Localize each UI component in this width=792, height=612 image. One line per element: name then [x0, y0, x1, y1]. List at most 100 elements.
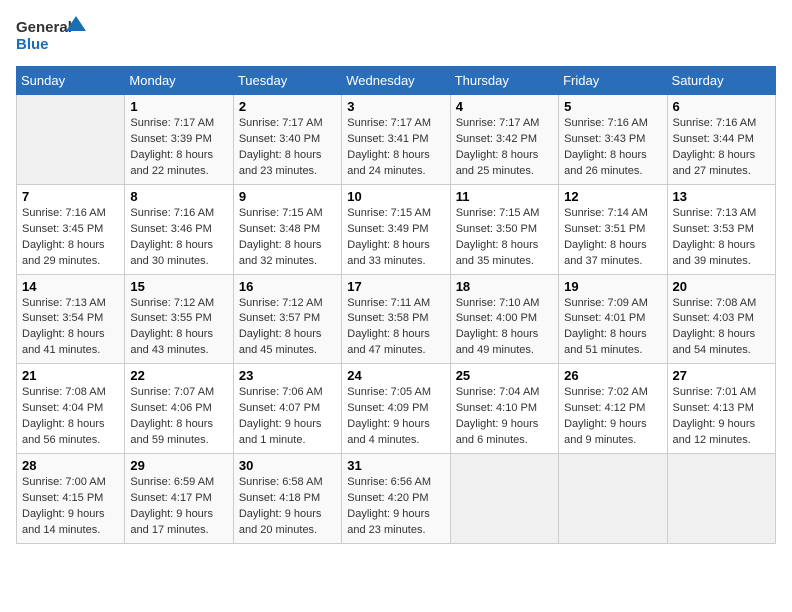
day-number: 18 [456, 279, 553, 294]
day-number: 9 [239, 189, 336, 204]
day-info: Sunrise: 7:15 AMSunset: 3:48 PMDaylight:… [239, 206, 336, 270]
day-number: 1 [130, 99, 227, 114]
day-info: Sunrise: 7:07 AMSunset: 4:06 PMDaylight:… [130, 385, 227, 449]
calendar-cell: 15Sunrise: 7:12 AMSunset: 3:55 PMDayligh… [125, 274, 233, 364]
day-number: 2 [239, 99, 336, 114]
page-header: General Blue [16, 16, 776, 54]
day-number: 7 [22, 189, 119, 204]
calendar-cell: 22 Sunrise: 7:07 AMSunset: 4:06 PMDayligh… [125, 364, 233, 454]
day-info: Sunrise: 7:15 AMSunset: 3:50 PMDaylight:… [456, 206, 553, 270]
day-number: 25 [456, 368, 553, 383]
logo: General Blue [16, 16, 86, 54]
calendar-cell: 1 Sunrise: 7:17 AMSunset: 3:39 PMDaylight… [125, 95, 233, 185]
calendar-cell: 27 Sunrise: 7:01 AMSunset: 4:13 PMDayligh… [667, 364, 775, 454]
day-of-week-header: Thursday [450, 67, 558, 95]
calendar-cell: 31 Sunrise: 6:56 AMSunset: 4:20 PMDayligh… [342, 454, 450, 544]
calendar-cell: 23Sunrise: 7:06 AMSunset: 4:07 PMDayligh… [233, 364, 341, 454]
day-number: 29 [130, 458, 227, 473]
day-number: 20 [673, 279, 770, 294]
day-info: Sunrise: 7:17 AMSunset: 3:42 PMDaylight:… [456, 116, 553, 180]
day-number: 4 [456, 99, 553, 114]
day-info: Sunrise: 7:10 AMSunset: 4:00 PMDaylight:… [456, 296, 553, 360]
day-of-week-header: Tuesday [233, 67, 341, 95]
calendar-cell: 13 Sunrise: 7:13 AMSunset: 3:53 PMDayligh… [667, 184, 775, 274]
day-number: 6 [673, 99, 770, 114]
calendar-week-row: 1 Sunrise: 7:17 AMSunset: 3:39 PMDaylight… [17, 95, 776, 185]
day-info: Sunrise: 7:16 AMSunset: 3:44 PMDaylight:… [673, 116, 770, 180]
day-number: 26 [564, 368, 661, 383]
day-of-week-header: Sunday [17, 67, 125, 95]
calendar-cell [559, 454, 667, 544]
logo-svg: General Blue [16, 16, 86, 54]
calendar-cell: 2Sunrise: 7:17 AMSunset: 3:40 PMDaylight… [233, 95, 341, 185]
day-number: 11 [456, 189, 553, 204]
day-info: Sunrise: 7:16 AMSunset: 3:43 PMDaylight:… [564, 116, 661, 180]
day-of-week-header: Monday [125, 67, 233, 95]
day-of-week-header: Friday [559, 67, 667, 95]
calendar-cell [667, 454, 775, 544]
calendar-week-row: 7Sunrise: 7:16 AMSunset: 3:45 PMDaylight… [17, 184, 776, 274]
day-number: 8 [130, 189, 227, 204]
calendar-cell: 7Sunrise: 7:16 AMSunset: 3:45 PMDaylight… [17, 184, 125, 274]
calendar-cell: 10 Sunrise: 7:15 AMSunset: 3:49 PMDayligh… [342, 184, 450, 274]
day-number: 3 [347, 99, 444, 114]
day-number: 19 [564, 279, 661, 294]
day-number: 27 [673, 368, 770, 383]
day-info: Sunrise: 7:00 AMSunset: 4:15 PMDaylight:… [22, 475, 119, 539]
calendar-cell: 12Sunrise: 7:14 AMSunset: 3:51 PMDayligh… [559, 184, 667, 274]
calendar-cell: 25Sunrise: 7:04 AMSunset: 4:10 PMDayligh… [450, 364, 558, 454]
calendar-week-row: 28 Sunrise: 7:00 AMSunset: 4:15 PMDayligh… [17, 454, 776, 544]
calendar-cell: 21 Sunrise: 7:08 AMSunset: 4:04 PMDayligh… [17, 364, 125, 454]
day-info: Sunrise: 7:12 AMSunset: 3:55 PMDaylight:… [130, 296, 227, 360]
day-info: Sunrise: 7:09 AMSunset: 4:01 PMDaylight:… [564, 296, 661, 360]
day-info: Sunrise: 6:58 AMSunset: 4:18 PMDaylight:… [239, 475, 336, 539]
calendar-cell: 3 Sunrise: 7:17 AMSunset: 3:41 PMDaylight… [342, 95, 450, 185]
calendar-cell: 29Sunrise: 6:59 AMSunset: 4:17 PMDayligh… [125, 454, 233, 544]
calendar-header-row: SundayMondayTuesdayWednesdayThursdayFrid… [17, 67, 776, 95]
day-info: Sunrise: 7:11 AMSunset: 3:58 PMDaylight:… [347, 296, 444, 360]
day-info: Sunrise: 6:56 AMSunset: 4:20 PMDaylight:… [347, 475, 444, 539]
calendar-cell: 18 Sunrise: 7:10 AMSunset: 4:00 PMDayligh… [450, 274, 558, 364]
svg-text:General: General [16, 19, 72, 36]
day-number: 12 [564, 189, 661, 204]
calendar-cell: 8 Sunrise: 7:16 AMSunset: 3:46 PMDaylight… [125, 184, 233, 274]
day-number: 22 [130, 368, 227, 383]
calendar-cell: 24 Sunrise: 7:05 AMSunset: 4:09 PMDayligh… [342, 364, 450, 454]
day-info: Sunrise: 7:01 AMSunset: 4:13 PMDaylight:… [673, 385, 770, 449]
day-number: 24 [347, 368, 444, 383]
day-info: Sunrise: 7:05 AMSunset: 4:09 PMDaylight:… [347, 385, 444, 449]
calendar-cell: 4 Sunrise: 7:17 AMSunset: 3:42 PMDaylight… [450, 95, 558, 185]
day-number: 16 [239, 279, 336, 294]
calendar-cell: 14Sunrise: 7:13 AMSunset: 3:54 PMDayligh… [17, 274, 125, 364]
calendar-cell: 16 Sunrise: 7:12 AMSunset: 3:57 PMDayligh… [233, 274, 341, 364]
day-number: 10 [347, 189, 444, 204]
calendar-cell: 19 Sunrise: 7:09 AMSunset: 4:01 PMDayligh… [559, 274, 667, 364]
calendar-week-row: 21 Sunrise: 7:08 AMSunset: 4:04 PMDayligh… [17, 364, 776, 454]
day-info: Sunrise: 7:12 AMSunset: 3:57 PMDaylight:… [239, 296, 336, 360]
day-info: Sunrise: 7:02 AMSunset: 4:12 PMDaylight:… [564, 385, 661, 449]
calendar-cell: 6 Sunrise: 7:16 AMSunset: 3:44 PMDaylight… [667, 95, 775, 185]
day-info: Sunrise: 7:15 AMSunset: 3:49 PMDaylight:… [347, 206, 444, 270]
day-number: 5 [564, 99, 661, 114]
day-number: 31 [347, 458, 444, 473]
day-info: Sunrise: 7:13 AMSunset: 3:54 PMDaylight:… [22, 296, 119, 360]
day-number: 28 [22, 458, 119, 473]
calendar-cell: 28 Sunrise: 7:00 AMSunset: 4:15 PMDayligh… [17, 454, 125, 544]
day-number: 13 [673, 189, 770, 204]
day-info: Sunrise: 7:17 AMSunset: 3:41 PMDaylight:… [347, 116, 444, 180]
day-of-week-header: Wednesday [342, 67, 450, 95]
calendar-cell: 20 Sunrise: 7:08 AMSunset: 4:03 PMDayligh… [667, 274, 775, 364]
day-of-week-header: Saturday [667, 67, 775, 95]
calendar-cell: 9 Sunrise: 7:15 AMSunset: 3:48 PMDaylight… [233, 184, 341, 274]
calendar-cell: 5 Sunrise: 7:16 AMSunset: 3:43 PMDaylight… [559, 95, 667, 185]
day-number: 30 [239, 458, 336, 473]
calendar-week-row: 14Sunrise: 7:13 AMSunset: 3:54 PMDayligh… [17, 274, 776, 364]
calendar-cell: 26 Sunrise: 7:02 AMSunset: 4:12 PMDayligh… [559, 364, 667, 454]
day-info: Sunrise: 7:08 AMSunset: 4:04 PMDaylight:… [22, 385, 119, 449]
day-info: Sunrise: 7:13 AMSunset: 3:53 PMDaylight:… [673, 206, 770, 270]
day-info: Sunrise: 7:08 AMSunset: 4:03 PMDaylight:… [673, 296, 770, 360]
day-number: 21 [22, 368, 119, 383]
day-info: Sunrise: 7:16 AMSunset: 3:46 PMDaylight:… [130, 206, 227, 270]
day-info: Sunrise: 7:17 AMSunset: 3:39 PMDaylight:… [130, 116, 227, 180]
svg-text:Blue: Blue [16, 36, 49, 53]
